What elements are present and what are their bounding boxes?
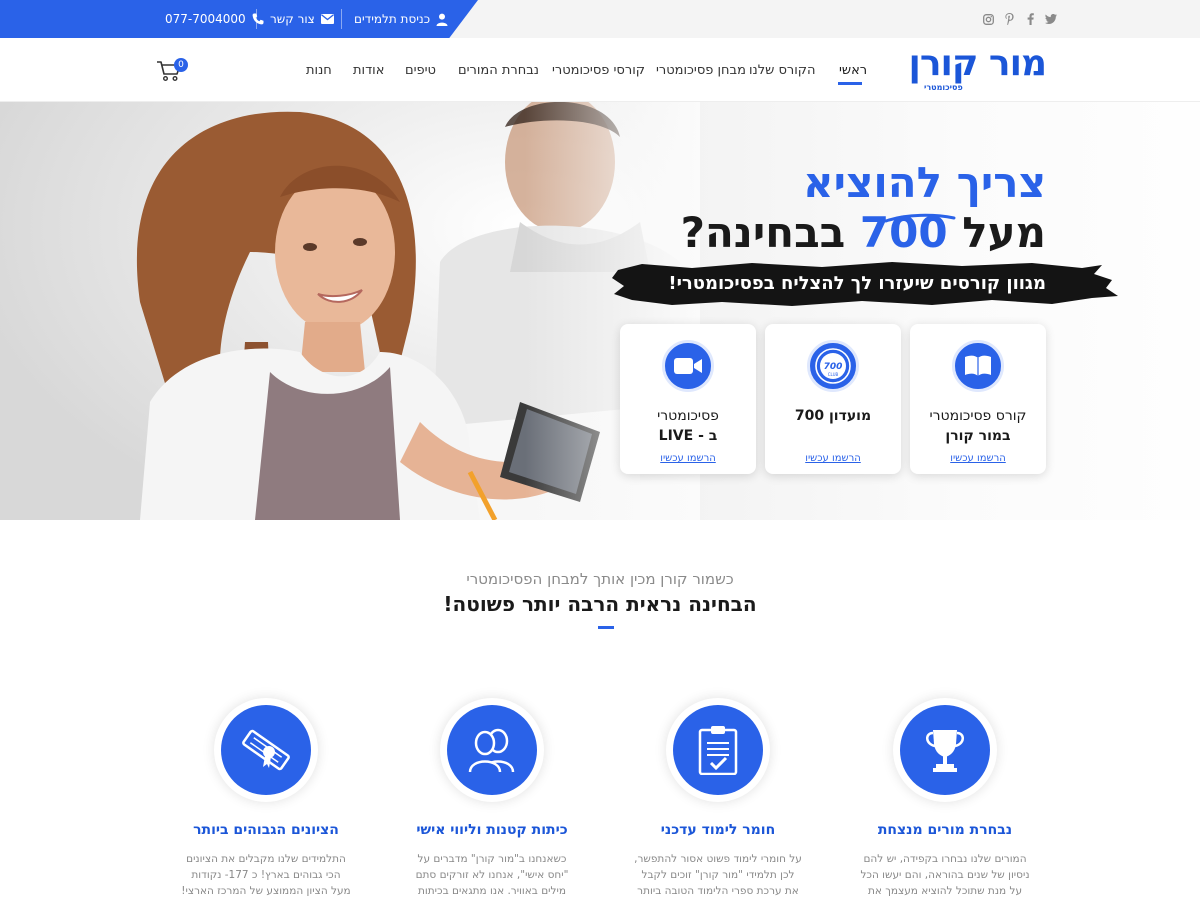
intro-title: הבחינה נראית הרבה יותר פשוטה! — [443, 592, 757, 616]
hero-students-photo — [0, 102, 700, 520]
phone-icon — [252, 13, 264, 25]
nav-item-psychometric-courses[interactable]: קורסי פסיכומטרי — [552, 63, 645, 78]
envelope-icon — [320, 14, 334, 24]
video-camera-icon — [662, 340, 714, 392]
instagram-icon[interactable] — [982, 13, 994, 25]
student-login-link[interactable]: כניסת תלמידים — [354, 0, 448, 38]
nav-item-our-course[interactable]: הקורס שלנו — [749, 63, 816, 78]
course-card-title-line2: ב - LIVE — [658, 428, 718, 444]
contact-label: צור קשר — [270, 12, 315, 26]
facebook-icon[interactable] — [1024, 13, 1036, 25]
svg-text:CLUB: CLUB — [828, 372, 839, 377]
feature-winning-teachers: נבחרת מורים מנצחת המורים שלנו נבחרו בקפי… — [825, 698, 1065, 899]
phone-number: 077-7004000 — [165, 12, 246, 26]
nav-item-psychometric-exam[interactable]: מבחן פסיכומטרי — [656, 63, 746, 78]
cart-count-badge: 0 — [174, 58, 188, 72]
site-header: מור קורן פסיכומטרי ראשי הקורס שלנו מבחן … — [0, 38, 1200, 102]
users-icon — [447, 705, 537, 795]
nav-item-teachers-team[interactable]: נבחרת המורים — [458, 63, 539, 78]
number-underline-swoosh — [884, 213, 956, 223]
feature-title: כיתות קטנות וליווי אישי — [416, 822, 568, 838]
hero-section: צריך להוציא מעל 700 בבחינה? מגוון קורסים… — [0, 102, 1200, 520]
nav-item-about[interactable]: אודות — [353, 63, 384, 78]
feature-small-classes: כיתות קטנות וליווי אישי כשאנחנו ב"מור קו… — [372, 698, 612, 899]
feature-updated-materials: חומר לימוד עדכני על חומרי לימוד פשוט אסו… — [598, 698, 838, 899]
hero-headline-prefix: מעל — [962, 208, 1046, 257]
hero-headline-line2: מעל 700 בבחינה? — [681, 208, 1046, 258]
contact-link[interactable]: צור קשר — [270, 0, 334, 38]
course-card-title-line1: מועדון 700 — [794, 408, 872, 424]
feature-highest-scores: הציונים הגבוהים ביותר התלמידים שלנו מקבל… — [146, 698, 386, 899]
course-card-title: מועדון 700 — [771, 406, 895, 426]
700-club-badge-icon: 700 CLUB — [807, 340, 859, 392]
site-logo[interactable]: מור קורן פסיכומטרי — [908, 44, 1052, 96]
feature-description: המורים שלנו נבחרו בקפידה, יש להם ניסיון … — [860, 853, 1030, 897]
hero-headline-line1: צריך להוציא — [803, 158, 1046, 207]
student-login-label: כניסת תלמידים — [354, 12, 431, 26]
trophy-icon — [900, 705, 990, 795]
diploma-icon — [221, 705, 311, 795]
course-card-title-line2: במור קורן — [945, 428, 1011, 444]
course-card-psychometric[interactable]: קורס פסיכומטרי במור קורן הרשמו עכשיו — [910, 324, 1046, 474]
nav-item-home[interactable]: ראשי — [839, 63, 867, 78]
intro-subtitle: כשמור קורן מכין אותך למבחן הפסיכומטרי — [466, 570, 734, 588]
feature-title: הציונים הגבוהים ביותר — [193, 822, 339, 838]
course-card-register-link[interactable]: הרשמו עכשיו — [910, 453, 1046, 464]
logo-wordmark: מור קורן — [908, 43, 1047, 84]
course-card-700-club[interactable]: 700 CLUB מועדון 700 הרשמו עכשיו — [765, 324, 901, 474]
twitter-icon[interactable] — [1045, 13, 1057, 25]
feature-title: נבחרת מורים מנצחת — [877, 822, 1013, 838]
top-bar-divider — [341, 9, 342, 29]
pinterest-icon[interactable] — [1003, 13, 1015, 25]
course-card-title: פסיכומטרי ב - LIVE — [626, 406, 750, 446]
feature-description: על חומרי לימוד פשוט אסור להתפשר, לכן תלמ… — [634, 853, 802, 897]
hero-headline-suffix: בבחינה? — [680, 208, 846, 257]
hero-headline: צריך להוציא מעל 700 בבחינה? — [681, 158, 1046, 258]
feature-description: התלמידים שלנו מקבלים את הציונים הכי גבוה… — [181, 853, 351, 897]
course-card-live[interactable]: פסיכומטרי ב - LIVE הרשמו עכשיו — [620, 324, 756, 474]
phone-link[interactable]: 077-7004000 — [165, 0, 264, 38]
social-links — [982, 0, 1057, 38]
intro-title-underline — [598, 626, 614, 629]
nav-item-tips[interactable]: טיפים — [405, 63, 436, 78]
course-card-title-line1: פסיכומטרי — [657, 408, 719, 424]
course-card-register-link[interactable]: הרשמו עכשיו — [620, 453, 756, 464]
top-bar: כניסת תלמידים צור קשר 077-7004000 — [0, 0, 1200, 38]
feature-description: כשאנחנו ב"מור קורן" מדברים על "יחס אישי"… — [415, 853, 569, 897]
feature-title: חומר לימוד עדכני — [660, 822, 776, 838]
feature-icon-circle — [893, 698, 997, 802]
clipboard-check-icon — [673, 705, 763, 795]
svg-text:700: 700 — [824, 362, 843, 372]
feature-icon-circle — [440, 698, 544, 802]
logo-tagline: פסיכומטרי — [924, 83, 963, 92]
user-icon — [436, 13, 448, 26]
hero-banner-text: מגוון קורסים שיעזרו לך להצליח בפסיכומטרי… — [668, 273, 1046, 294]
nav-active-indicator — [838, 82, 862, 85]
course-card-register-link[interactable]: הרשמו עכשיו — [765, 453, 901, 464]
book-icon — [952, 340, 1004, 392]
course-card-title-line1: קורס פסיכומטרי — [929, 408, 1027, 424]
nav-item-shop[interactable]: חנות — [306, 63, 332, 78]
feature-icon-circle — [666, 698, 770, 802]
feature-icon-circle — [214, 698, 318, 802]
course-card-title: קורס פסיכומטרי במור קורן — [916, 406, 1040, 446]
